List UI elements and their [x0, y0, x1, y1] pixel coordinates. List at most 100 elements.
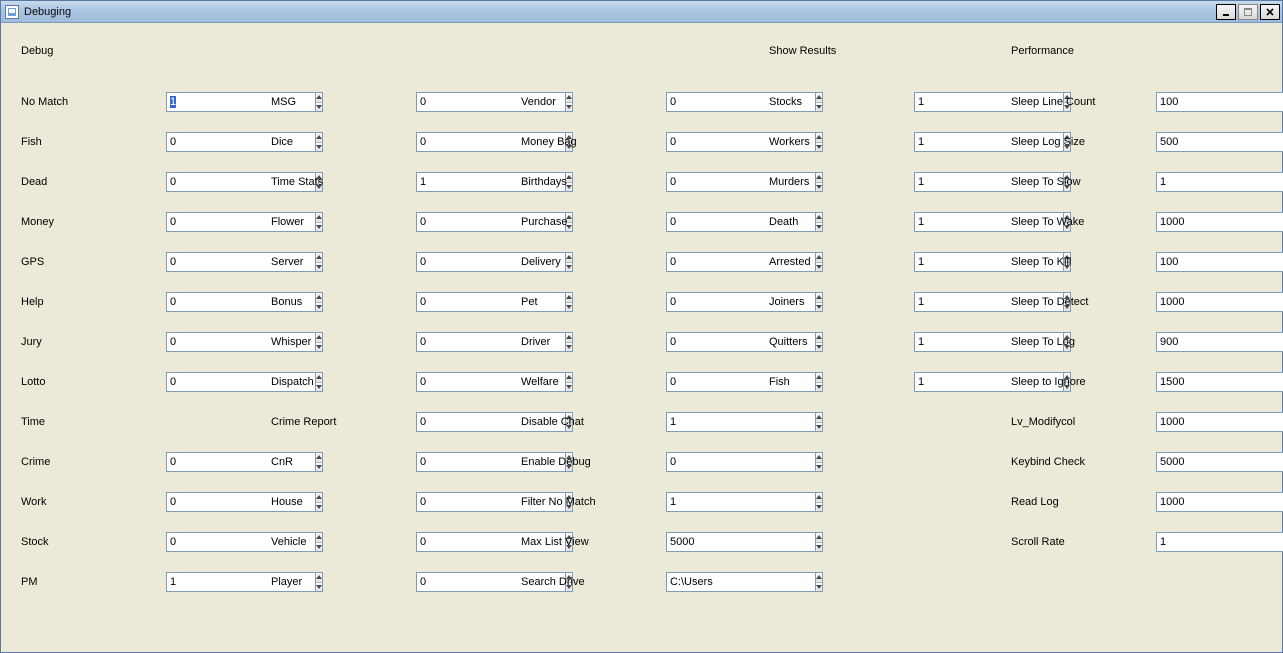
spinner-arrested[interactable] [914, 252, 979, 272]
field-row-sleep-to-kill: Sleep To Kill [1011, 251, 1221, 273]
input-sleep-to-slow[interactable] [1156, 172, 1283, 192]
field-row-joiners: Joiners [769, 291, 979, 313]
spinner-max-list-view[interactable] [666, 532, 731, 552]
field-row-flower: Flower [271, 211, 481, 233]
spinner-death[interactable] [914, 212, 979, 232]
app-icon [5, 5, 19, 19]
spinner-fish[interactable] [166, 132, 231, 152]
spin-up-filter-no-match[interactable] [816, 493, 822, 503]
spinner-crime-report[interactable] [416, 412, 481, 432]
spinner-cnr[interactable] [416, 452, 481, 472]
spinner-sleep-line-count[interactable] [1156, 92, 1221, 112]
spinner-delivery[interactable] [666, 252, 731, 272]
spinner-lv-modifycol[interactable] [1156, 412, 1221, 432]
spin-down-disable-chat[interactable] [816, 423, 822, 432]
spinner-disable-chat[interactable] [666, 412, 731, 432]
input-lv-modifycol[interactable] [1156, 412, 1283, 432]
spin-up-disable-chat[interactable] [816, 413, 822, 423]
spinner-keybind-check[interactable] [1156, 452, 1221, 472]
input-sleep-to-log[interactable] [1156, 332, 1283, 352]
spinner-purchase[interactable] [666, 212, 731, 232]
input-disable-chat[interactable] [666, 412, 815, 432]
spinner-read-log[interactable] [1156, 492, 1221, 512]
spinner-help[interactable] [166, 292, 231, 312]
spinner-murders[interactable] [914, 172, 979, 192]
spinner-gps[interactable] [166, 252, 231, 272]
label-dispatch: Dispatch [271, 376, 416, 388]
input-sleep-to-wake[interactable] [1156, 212, 1283, 232]
spinner-sleep-to-wake[interactable] [1156, 212, 1221, 232]
spin-up-search-drive[interactable] [816, 573, 822, 583]
input-sleep-to-kill[interactable] [1156, 252, 1283, 272]
spin-up-max-list-view[interactable] [816, 533, 822, 543]
field-row-sleep-to-detect: Sleep To Detect [1011, 291, 1221, 313]
spinner-crime[interactable] [166, 452, 231, 472]
spinner-vehicle[interactable] [416, 532, 481, 552]
spinner-birthdays[interactable] [666, 172, 731, 192]
spinner-filter-no-match[interactable] [666, 492, 731, 512]
field-row-death: Death [769, 211, 979, 233]
input-sleep-log-size[interactable] [1156, 132, 1283, 152]
spinner-pm[interactable] [166, 572, 231, 592]
spinner-sleep-to-log[interactable] [1156, 332, 1221, 352]
spinner-stock[interactable] [166, 532, 231, 552]
field-row-vendor: Vendor [521, 91, 731, 113]
spinner-driver[interactable] [666, 332, 731, 352]
spinner-player[interactable] [416, 572, 481, 592]
spinner-scroll-rate[interactable] [1156, 532, 1221, 552]
spin-down-enable-debug[interactable] [816, 463, 822, 472]
minimize-button[interactable] [1216, 4, 1236, 20]
spinner-welfare[interactable] [666, 372, 731, 392]
input-sleep-to-detect[interactable] [1156, 292, 1283, 312]
spin-down-filter-no-match[interactable] [816, 503, 822, 512]
spinner-pet[interactable] [666, 292, 731, 312]
spinner-jury[interactable] [166, 332, 231, 352]
field-row-gps: GPS [21, 251, 231, 273]
spinner-dispatch[interactable] [416, 372, 481, 392]
input-read-log[interactable] [1156, 492, 1283, 512]
spinner-no-match[interactable] [166, 92, 231, 112]
spinner-work[interactable] [166, 492, 231, 512]
spinner-dead[interactable] [166, 172, 231, 192]
spin-up-enable-debug[interactable] [816, 453, 822, 463]
spinner-sleep-to-ignore[interactable] [1156, 372, 1221, 392]
spinner-search-drive[interactable] [666, 572, 731, 592]
spinner-flower[interactable] [416, 212, 481, 232]
spinner-bonus[interactable] [416, 292, 481, 312]
spinner-quitters[interactable] [914, 332, 979, 352]
spinner-vendor[interactable] [666, 92, 731, 112]
input-search-drive[interactable] [666, 572, 815, 592]
spinner-house[interactable] [416, 492, 481, 512]
spin-down-max-list-view[interactable] [816, 543, 822, 552]
input-sleep-to-ignore[interactable] [1156, 372, 1283, 392]
spinner-sleep-to-kill[interactable] [1156, 252, 1221, 272]
field-row-keybind-check: Keybind Check [1011, 451, 1221, 473]
maximize-button[interactable] [1238, 4, 1258, 20]
input-scroll-rate[interactable] [1156, 532, 1283, 552]
spinner-workers[interactable] [914, 132, 979, 152]
label-sleep-line-count: Sleep Line Count [1011, 96, 1156, 108]
field-row-driver: Driver [521, 331, 731, 353]
spinner-enable-debug[interactable] [666, 452, 731, 472]
spinner-joiners[interactable] [914, 292, 979, 312]
spinner-whisper[interactable] [416, 332, 481, 352]
spinner-fish-result[interactable] [914, 372, 979, 392]
spinner-time-stats[interactable] [416, 172, 481, 192]
spinner-stocks[interactable] [914, 92, 979, 112]
input-sleep-line-count[interactable] [1156, 92, 1283, 112]
spinner-sleep-to-detect[interactable] [1156, 292, 1221, 312]
input-filter-no-match[interactable] [666, 492, 815, 512]
spinner-msg[interactable] [416, 92, 481, 112]
input-keybind-check[interactable] [1156, 452, 1283, 472]
spinner-dice[interactable] [416, 132, 481, 152]
spinner-money[interactable] [166, 212, 231, 232]
close-button[interactable] [1260, 4, 1280, 20]
input-enable-debug[interactable] [666, 452, 815, 472]
spinner-sleep-log-size[interactable] [1156, 132, 1221, 152]
spinner-sleep-to-slow[interactable] [1156, 172, 1221, 192]
spin-down-search-drive[interactable] [816, 583, 822, 592]
spinner-lotto[interactable] [166, 372, 231, 392]
input-max-list-view[interactable] [666, 532, 815, 552]
spinner-server[interactable] [416, 252, 481, 272]
spinner-money-bag[interactable] [666, 132, 731, 152]
